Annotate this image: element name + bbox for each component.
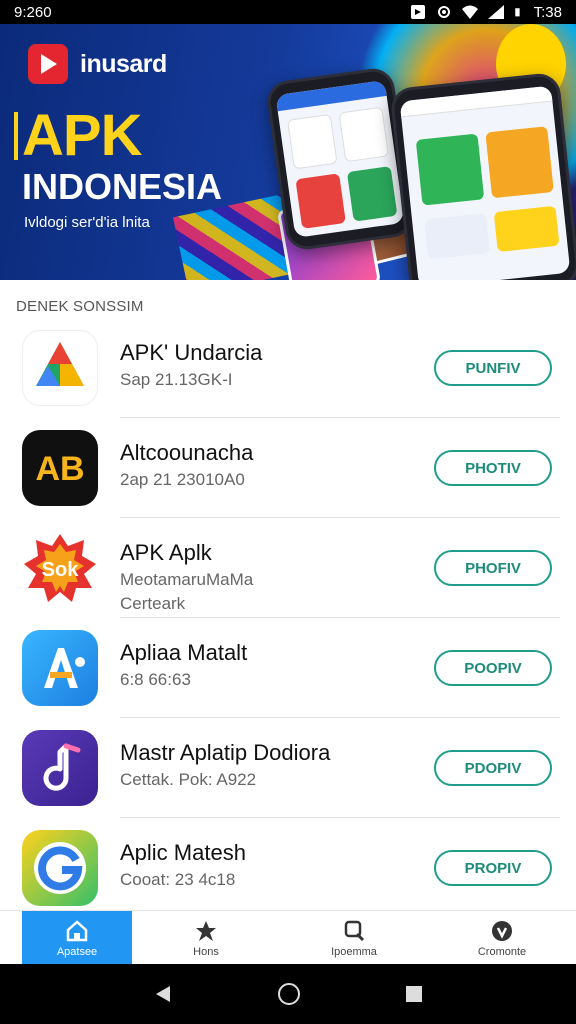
- app-meta: MeotamaruMaMa: [120, 570, 254, 589]
- back-icon[interactable]: [152, 983, 174, 1005]
- list-item[interactable]: Mastr Aplatip Dodiora Cettak. Pok: A922 …: [0, 718, 576, 818]
- sok-logo-icon: Sok: [22, 530, 98, 606]
- brand: inusard: [28, 44, 167, 84]
- install-button[interactable]: PHOTIV: [434, 450, 552, 486]
- app-name: Mastr Aplatip Dodiora: [120, 740, 331, 765]
- section-title: DENEK SONSSIM: [16, 298, 144, 315]
- system-nav-bar: [0, 964, 576, 1024]
- banner-subtitle: Ivldogi ser'd'ia lnita: [24, 214, 150, 231]
- status-right-time: T:38: [533, 3, 562, 21]
- app-icon: [410, 5, 425, 19]
- app-name: Altcoounacha: [120, 440, 254, 465]
- home-button-icon[interactable]: [277, 982, 301, 1006]
- search-icon: [344, 920, 365, 941]
- home-icon: [66, 919, 88, 941]
- wifi-icon: [461, 5, 478, 19]
- nav-item-profile[interactable]: Cromonte: [428, 911, 576, 964]
- nav-label: Cromonte: [477, 945, 527, 958]
- install-button[interactable]: PUNFIV: [434, 350, 552, 386]
- app-name: Aplic Matesh: [120, 840, 246, 865]
- svg-text:AB: AB: [35, 450, 84, 488]
- music-note-icon: [22, 730, 98, 806]
- banner-phone-image: [389, 71, 576, 280]
- nav-item-search[interactable]: Ipoemma: [280, 911, 428, 964]
- a-letter-icon: [22, 630, 98, 706]
- battery-icon: [514, 8, 520, 17]
- signal-icon: [487, 5, 504, 19]
- bottom-nav: Apatsee Hons Ipoemma Cromonte: [0, 910, 576, 964]
- app-name: Apliaa Matalt: [120, 640, 248, 665]
- ab-logo-icon: AB: [22, 430, 98, 506]
- list-item[interactable]: APK' Undarcia Sap 21.13GK-I PUNFIV: [0, 318, 576, 418]
- status-icons: T:38: [410, 4, 562, 21]
- app-meta: Sap 21.13GK-I: [120, 370, 233, 389]
- app-name: APK' Undarcia: [120, 340, 263, 365]
- nav-label: Hons: [193, 945, 219, 958]
- banner-title-line2: INDONESIA: [22, 166, 223, 207]
- app-meta-secondary: Certeark: [120, 594, 186, 613]
- nav-label: Apatsee: [56, 945, 98, 958]
- drive-icon: [22, 330, 98, 406]
- install-button[interactable]: PHOFIV: [434, 550, 552, 586]
- banner-title: APK: [13, 103, 142, 168]
- list-item[interactable]: Apliaa Matalt 6:8 66:63 POOPIV: [0, 618, 576, 718]
- install-button[interactable]: POOPIV: [434, 650, 552, 686]
- nav-item-home[interactable]: Apatsee: [22, 911, 132, 964]
- profile-icon: [492, 920, 512, 941]
- svg-text:Sok: Sok: [42, 559, 80, 581]
- status-bar: 9:260 T:38: [0, 0, 576, 24]
- banner-phone-image: [264, 65, 416, 253]
- settings-icon: [437, 6, 450, 18]
- app-list: APK' Undarcia Sap 21.13GK-I PUNFIV AB Al…: [0, 318, 576, 918]
- app-name: APK Aplk: [120, 540, 212, 565]
- install-button[interactable]: PROPIV: [434, 850, 552, 886]
- install-button[interactable]: PDOPIV: [434, 750, 552, 786]
- list-item[interactable]: Aplic Matesh Cooat: 23 4c18 PROPIV: [0, 818, 576, 918]
- list-item[interactable]: Sok APK Aplk MeotamaruMaMa Certeark PHOF…: [0, 518, 576, 618]
- app-meta: Cettak. Pok: A922: [120, 770, 257, 789]
- app-meta: 2ap 21 23010A0: [120, 470, 245, 489]
- status-time: 9:260: [14, 3, 52, 21]
- promo-banner[interactable]: inusard APK INDONESIA Ivldogi ser'd'ia l…: [0, 24, 576, 280]
- g-logo-icon: [22, 830, 98, 906]
- nav-item-hons[interactable]: Hons: [132, 911, 280, 964]
- app-meta: Cooat: 23 4c18: [120, 870, 236, 889]
- star-icon: [196, 920, 216, 941]
- recents-icon[interactable]: [404, 984, 424, 1004]
- brand-logo-icon: [28, 44, 68, 84]
- app-meta: 6:8 66:63: [120, 670, 191, 689]
- list-item[interactable]: AB Altcoounacha 2ap 21 23010A0 PHOTIV: [0, 418, 576, 518]
- nav-label: Ipoemma: [331, 945, 377, 958]
- brand-name: inusard: [80, 49, 167, 78]
